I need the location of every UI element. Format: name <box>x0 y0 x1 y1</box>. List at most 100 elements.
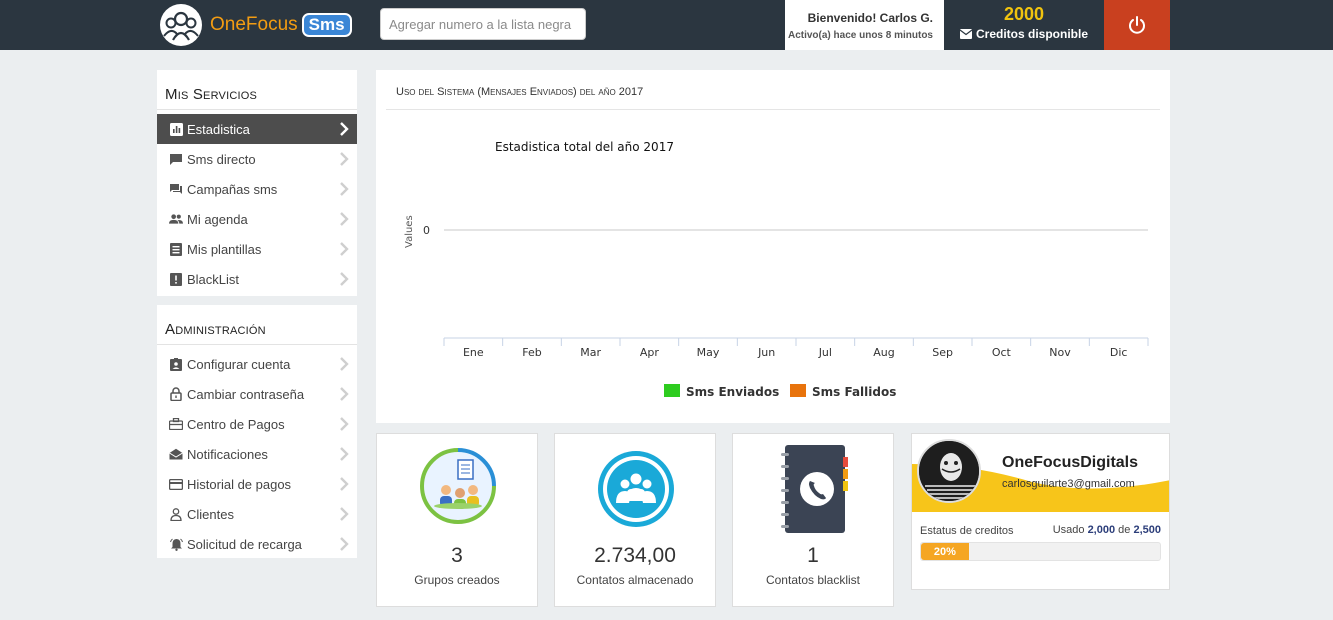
sidebar-item-historial-de-pagos[interactable]: Historial de pagos <box>157 469 357 499</box>
chevron-right-icon <box>339 182 349 196</box>
sidebar-item-mis-plantillas[interactable]: Mis plantillas <box>157 234 357 264</box>
sidebar-item-mi-agenda[interactable]: Mi agenda <box>157 204 357 234</box>
chevron-right-icon <box>339 417 349 431</box>
services-title: Mis Servicios <box>157 70 357 110</box>
profile-email: carlosguilarte3@gmail.com <box>1002 478 1135 490</box>
sidebar-item-cambiar-contraseña[interactable]: Cambiar contraseña <box>157 379 357 409</box>
top-navbar: OneFocus Sms Bienvenido! Carlos G. Activ… <box>0 0 1333 50</box>
envelope-open-icon <box>169 447 183 461</box>
briefcase-icon <box>169 417 183 431</box>
admin-title: Administración <box>157 305 357 345</box>
welcome-text: Bienvenido! Carlos G. <box>807 11 933 25</box>
sidebar-item-notificaciones[interactable]: Notificaciones <box>157 439 357 469</box>
sidebar-item-configurar-cuenta[interactable]: Configurar cuenta <box>157 349 357 379</box>
stat-label: Contatos blacklist <box>765 573 861 587</box>
y-axis-label: Values <box>404 215 415 248</box>
legend-swatch <box>790 384 806 397</box>
credits-display: 2000 Creditos disponible <box>944 0 1104 50</box>
stat-value: 2.734,00 <box>594 544 676 567</box>
chevron-right-icon <box>339 477 349 491</box>
chevron-right-icon <box>339 122 349 136</box>
chevron-right-icon <box>339 357 349 371</box>
power-icon <box>1129 16 1145 34</box>
admin-menu: Administración Configurar cuenta Cambiar … <box>157 305 357 558</box>
sidebar-item-label: Mi agenda <box>187 211 248 227</box>
groups-icon <box>420 448 496 524</box>
stat-card-blacklist[interactable]: 1 Contatos blacklist <box>732 433 894 607</box>
sidebar-item-label: Cambiar contraseña <box>187 386 305 402</box>
x-tick-label: Feb <box>522 346 541 359</box>
chevron-right-icon <box>339 152 349 166</box>
usage-chart-panel: Uso del Sistema (Mensajes Enviados) del … <box>376 70 1170 423</box>
sidebar-item-label: Mis plantillas <box>187 241 262 257</box>
services-menu: Mis Servicios Estadistica Sms directo Camp… <box>157 70 357 296</box>
x-tick-label: Apr <box>640 346 660 359</box>
sidebar-item-centro-de-pagos[interactable]: Centro de Pagos <box>157 409 357 439</box>
chat-icon <box>169 182 183 196</box>
user-icon <box>169 507 183 521</box>
x-tick-label: Dic <box>1110 346 1128 359</box>
logo-people-icon <box>160 4 202 46</box>
contacts-icon <box>598 451 674 527</box>
sidebar-item-label: Clientes <box>187 506 234 522</box>
sidebar-item-label: Centro de Pagos <box>187 416 285 432</box>
usage-of: de <box>1118 524 1131 536</box>
sidebar-item-blacklist[interactable]: BlackList <box>157 264 357 294</box>
stat-label: Grupos creados <box>414 573 500 587</box>
x-tick-label: May <box>697 346 720 359</box>
sidebar-item-label: BlackList <box>187 271 240 287</box>
bell-icon <box>169 537 183 551</box>
y-tick-label: 0 <box>423 224 430 237</box>
bar-chart-icon <box>169 122 183 136</box>
id-card-icon <box>169 357 183 371</box>
sidebar-item-clientes[interactable]: Clientes <box>157 499 357 529</box>
stat-card-groups[interactable]: 3 Grupos creados <box>376 433 538 607</box>
credits-label: Creditos disponible <box>975 27 1088 41</box>
stat-value: 1 <box>807 544 819 567</box>
usage-prefix: Usado <box>1052 524 1085 536</box>
avatar[interactable] <box>917 439 981 503</box>
chevron-right-icon <box>339 507 349 521</box>
chevron-right-icon <box>339 242 349 256</box>
phonebook-icon <box>781 445 848 533</box>
message-icon <box>169 152 183 166</box>
legend-label: Sms Enviados <box>686 385 779 399</box>
sidebar-item-label: Estadistica <box>187 121 250 137</box>
logout-button[interactable] <box>1104 0 1170 50</box>
x-tick-label: Aug <box>873 346 894 359</box>
credit-progress-fill: 20% <box>921 543 969 560</box>
x-tick-label: Mar <box>580 346 601 359</box>
sidebar-item-campañas-sms[interactable]: Campañas sms <box>157 174 357 204</box>
lock-icon <box>169 387 183 401</box>
envelope-icon <box>959 29 972 39</box>
credit-status-label: Estatus de creditos <box>920 525 1014 537</box>
brand-name: OneFocus <box>210 14 298 35</box>
sidebar-item-label: Notificaciones <box>187 446 268 462</box>
stat-label: Contatos almacenado <box>576 573 694 587</box>
stat-card-contacts[interactable]: 2.734,00 Contatos almacenado <box>554 433 716 607</box>
credits-used: 2,000 <box>1087 524 1116 536</box>
stat-value: 3 <box>451 544 463 567</box>
list-icon <box>169 242 183 256</box>
chevron-right-icon <box>339 387 349 401</box>
activity-status: Activo(a) hace unos 8 minutos <box>787 30 933 41</box>
x-tick-label: Jun <box>757 346 775 359</box>
x-tick-label: Nov <box>1049 346 1071 359</box>
credit-card-icon <box>169 477 183 491</box>
credits-total: 2,500 <box>1133 524 1161 536</box>
chevron-right-icon <box>339 272 349 286</box>
sidebar-item-sms-directo[interactable]: Sms directo <box>157 144 357 174</box>
sidebar-item-label: Solicitud de recarga <box>187 536 302 552</box>
user-welcome[interactable]: Bienvenido! Carlos G. Activo(a) hace uno… <box>785 0 944 50</box>
credit-usage: Usado 2,000 de 2,500 <box>1053 524 1161 536</box>
x-tick-label: Jul <box>818 346 832 359</box>
sidebar-item-estadistica[interactable]: Estadistica <box>157 114 357 144</box>
sidebar-item-label: Historial de pagos <box>187 476 292 492</box>
profile-name: OneFocusDigitals <box>1002 454 1139 471</box>
credits-value: 2000 <box>1003 4 1045 24</box>
brand-logo[interactable]: OneFocus Sms <box>160 4 352 46</box>
sidebar-item-solicitud-de-recarga[interactable]: Solicitud de recarga <box>157 529 357 559</box>
sidebar-item-label: Sms directo <box>187 151 256 167</box>
blacklist-number-input[interactable] <box>380 8 586 40</box>
usage-bar-chart: Estadistica total del año 2017 Values 0 Ene… <box>404 140 1149 399</box>
